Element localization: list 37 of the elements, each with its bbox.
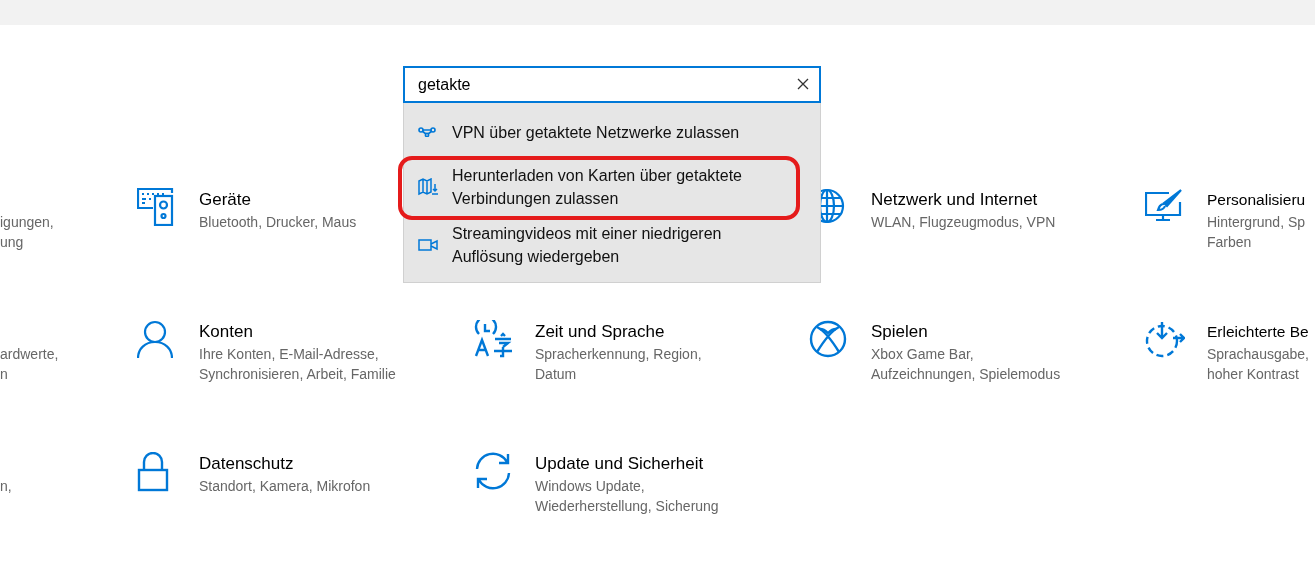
category-title[interactable]: Update und Sicherheit — [535, 452, 704, 476]
category-title[interactable]: Erleichterte Be — [1207, 320, 1309, 344]
category-title[interactable]: Personalisieru — [1207, 188, 1306, 212]
category-description: Sprachausgabe, hoher Kontrast — [1207, 345, 1307, 384]
category-description: Windows Update, Wiederherstellung, Sicherung — [535, 477, 720, 516]
category-description: Hintergrund, Sp Farben — [1207, 213, 1307, 252]
category-description: n, — [0, 477, 13, 496]
dashed-circle-arrow-icon — [1145, 320, 1185, 358]
category-description: Bluetooth, Drucker, Maus — [199, 213, 358, 232]
person-icon — [137, 320, 173, 358]
map-download-icon — [418, 178, 438, 196]
category-title[interactable]: Datenschutz — [199, 452, 294, 476]
refresh-arrows-icon — [473, 452, 513, 490]
search-suggestion[interactable]: Herunterladen von Karten über getaktete Verbindungen zulassen — [404, 158, 820, 216]
close-icon[interactable] — [797, 78, 809, 90]
search-suggestion[interactable]: Streamingvideos mit einer niedrigeren Auflösung wiedergeben — [404, 216, 820, 274]
padlock-icon — [137, 452, 169, 492]
search-field[interactable]: getakte — [403, 66, 821, 103]
category-title[interactable]: Zeit und Sprache — [535, 320, 665, 344]
category-title[interactable]: Konten — [199, 320, 253, 344]
category-description: Standort, Kamera, Mikrofon — [199, 477, 372, 496]
category-description: ardwerte, n — [0, 345, 60, 384]
category-description: igungen, ung — [0, 213, 55, 252]
search-suggestion[interactable]: VPN über getaktete Netzwerke zulassen — [404, 106, 820, 158]
category-description: WLAN, Flugzeugmodus, VPN — [871, 213, 1057, 232]
monitor-brush-icon — [1145, 188, 1183, 222]
category-description: Xbox Game Bar, Aufzeichnungen, Spielemodus — [871, 345, 1062, 384]
category-title[interactable]: Geräte — [199, 188, 251, 212]
category-title[interactable]: Spielen — [871, 320, 928, 344]
video-camera-icon — [418, 239, 438, 251]
category-description: Ihre Konten, E-Mail-Adresse, Synchronisieren, Arbeit, Familie — [199, 345, 397, 384]
keyboard-speaker-icon — [137, 188, 175, 226]
clock-letter-icon — [473, 320, 513, 358]
xbox-logo-icon — [809, 320, 847, 358]
category-description: Spracherkennung, Region, Datum — [535, 345, 703, 384]
category-title[interactable]: Netzwerk und Internet — [871, 188, 1038, 212]
network-nodes-icon — [418, 127, 436, 137]
